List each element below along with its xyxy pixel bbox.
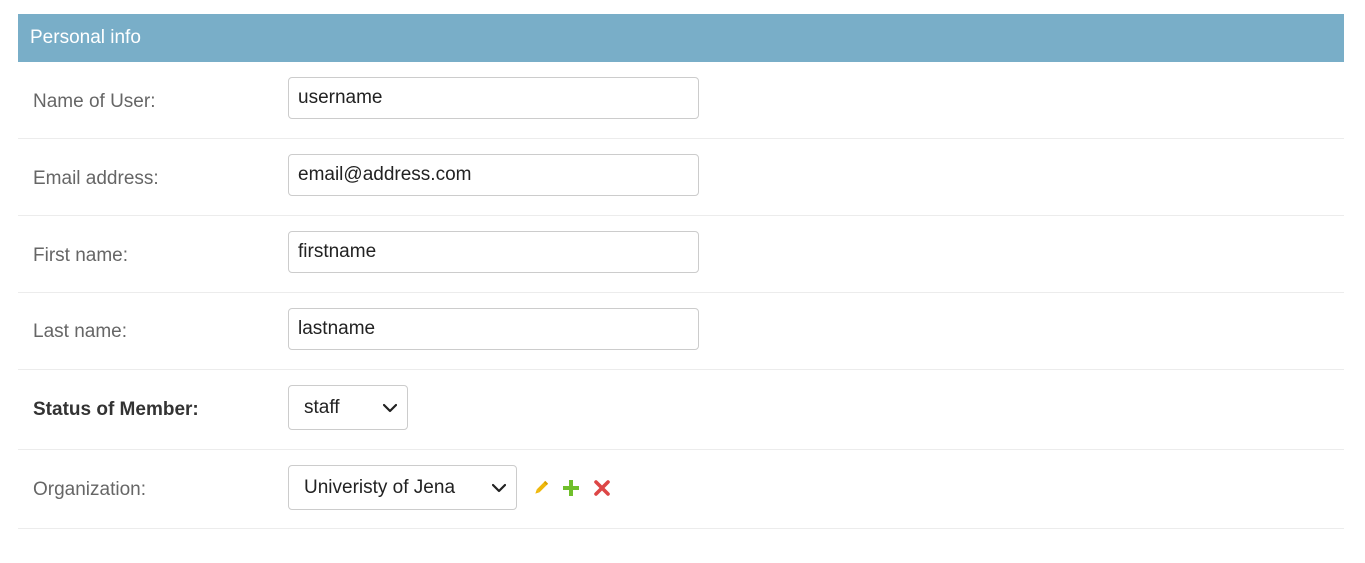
fieldset-header: Personal info [18, 14, 1344, 62]
personal-info-fieldset: Personal info Name of User: Email addres… [18, 14, 1344, 529]
plus-icon [563, 480, 579, 496]
form-row-first-name: First name: [18, 216, 1344, 293]
delete-organization-button[interactable] [592, 478, 612, 498]
fieldset-title: Personal info [30, 27, 141, 48]
organization-label: Organization: [33, 479, 147, 500]
x-icon [594, 480, 610, 496]
pencil-icon [535, 480, 549, 494]
email-input[interactable] [288, 154, 699, 196]
organization-select[interactable]: Univeristy of Jena [288, 465, 517, 510]
status-label: Status of Member: [33, 399, 199, 420]
chevron-down-icon [492, 483, 506, 492]
first-name-input[interactable] [288, 231, 699, 273]
chevron-down-icon [383, 403, 397, 412]
name-of-user-label: Name of User: [33, 91, 156, 112]
form-row-name-of-user: Name of User: [18, 62, 1344, 139]
status-select[interactable]: staff [288, 385, 408, 430]
last-name-label: Last name: [33, 321, 127, 342]
form-row-last-name: Last name: [18, 293, 1344, 370]
name-of-user-input[interactable] [288, 77, 699, 119]
organization-selected-value: Univeristy of Jena [304, 476, 456, 498]
add-organization-button[interactable] [561, 478, 581, 498]
form-row-status: Status of Member: staff [18, 370, 1344, 450]
form-row-organization: Organization: Univeristy of Jena [18, 450, 1344, 529]
edit-organization-button[interactable] [531, 478, 551, 498]
first-name-label: First name: [33, 245, 129, 266]
last-name-input[interactable] [288, 308, 699, 350]
email-label: Email address: [33, 168, 159, 189]
form-row-email: Email address: [18, 139, 1344, 216]
status-selected-value: staff [304, 396, 340, 418]
